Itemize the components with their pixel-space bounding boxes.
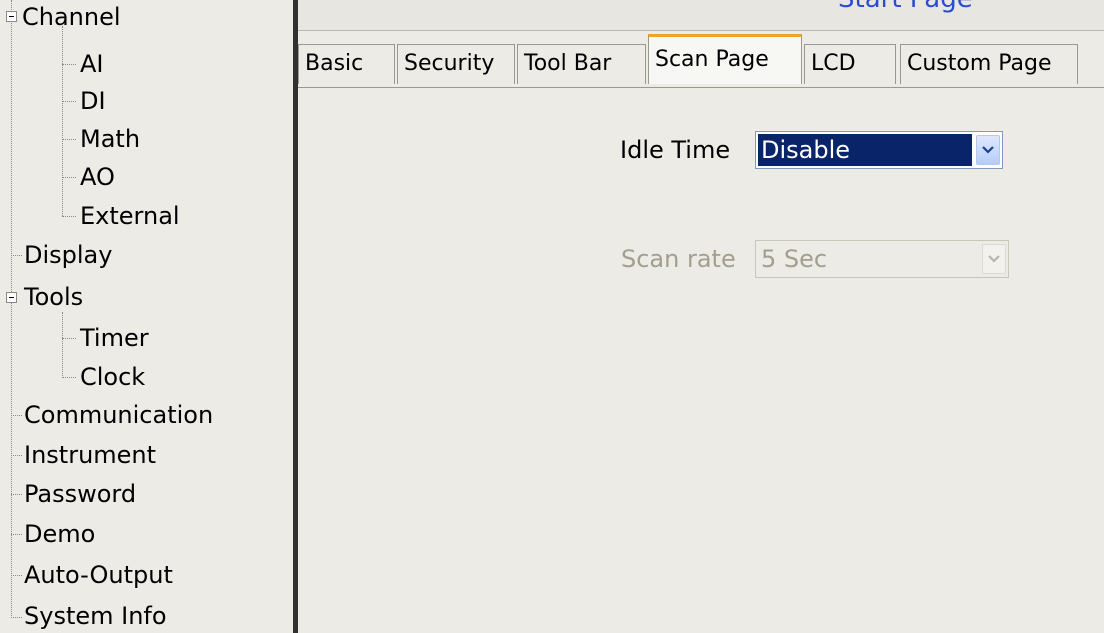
collapse-channel-icon[interactable]	[6, 11, 17, 22]
tree-item-ai[interactable]: AI	[80, 47, 104, 81]
tree-line	[62, 101, 76, 102]
tree-line	[11, 455, 22, 456]
tree-line	[11, 534, 22, 535]
tree-item-instrument[interactable]: Instrument	[24, 438, 156, 472]
tab-basic[interactable]: Basic	[298, 44, 395, 84]
tree-line	[62, 139, 76, 140]
tab-divider	[298, 87, 1104, 88]
scan-rate-dropdown: 5 Sec	[755, 240, 1009, 278]
tree-item-auto-output[interactable]: Auto-Output	[24, 558, 173, 592]
tab-lcd[interactable]: LCD	[804, 44, 896, 84]
page-header: Start Page	[298, 0, 1104, 31]
tree-line	[62, 26, 63, 216]
tree-item-communication[interactable]: Communication	[24, 398, 213, 432]
tree-line	[11, 494, 22, 495]
tree-item-system-info[interactable]: System Info	[24, 599, 167, 633]
chevron-down-icon[interactable]	[976, 135, 1000, 165]
tree-item-demo[interactable]: Demo	[24, 517, 95, 551]
tree-item-ao[interactable]: AO	[80, 160, 115, 194]
idle-time-label: Idle Time	[620, 136, 731, 164]
settings-pane: Start Page Basic Security Tool Bar Scan …	[298, 0, 1104, 633]
tree-item-di[interactable]: DI	[80, 84, 106, 118]
tree-line	[11, 0, 12, 618]
tree-item-timer[interactable]: Timer	[80, 321, 149, 355]
page-title: Start Page	[838, 0, 973, 14]
scan-rate-value: 5 Sec	[761, 245, 828, 273]
tree-line	[62, 377, 76, 378]
tree-item-display[interactable]: Display	[24, 238, 112, 272]
tree-line	[11, 255, 22, 256]
tree-item-channel[interactable]: Channel	[22, 0, 121, 34]
tree-item-tools[interactable]: Tools	[24, 280, 83, 314]
tree-item-password[interactable]: Password	[24, 477, 136, 511]
tree-line	[62, 216, 76, 217]
chevron-down-icon	[982, 244, 1006, 274]
navigation-tree: Channel AI DI Math AO External Display T…	[0, 0, 293, 633]
tree-line	[62, 64, 76, 65]
scan-rate-label: Scan rate	[621, 245, 736, 273]
tab-security[interactable]: Security	[397, 44, 515, 84]
tree-item-math[interactable]: Math	[80, 122, 140, 156]
idle-time-value: Disable	[758, 134, 972, 166]
tab-custom-page[interactable]: Custom Page	[900, 44, 1078, 84]
tree-item-clock[interactable]: Clock	[80, 360, 145, 394]
tab-scan-page[interactable]: Scan Page	[648, 34, 802, 84]
idle-time-dropdown[interactable]: Disable	[755, 131, 1003, 169]
collapse-tools-icon[interactable]	[6, 292, 17, 303]
tree-line	[11, 617, 22, 618]
tab-strip: Basic Security Tool Bar Scan Page LCD Cu…	[298, 34, 1104, 88]
tree-line	[62, 312, 63, 378]
tree-line	[62, 338, 76, 339]
tree-line	[11, 575, 22, 576]
tab-tool-bar[interactable]: Tool Bar	[517, 44, 646, 84]
tree-line	[11, 415, 22, 416]
tree-line	[62, 177, 76, 178]
tree-item-external[interactable]: External	[80, 199, 180, 233]
